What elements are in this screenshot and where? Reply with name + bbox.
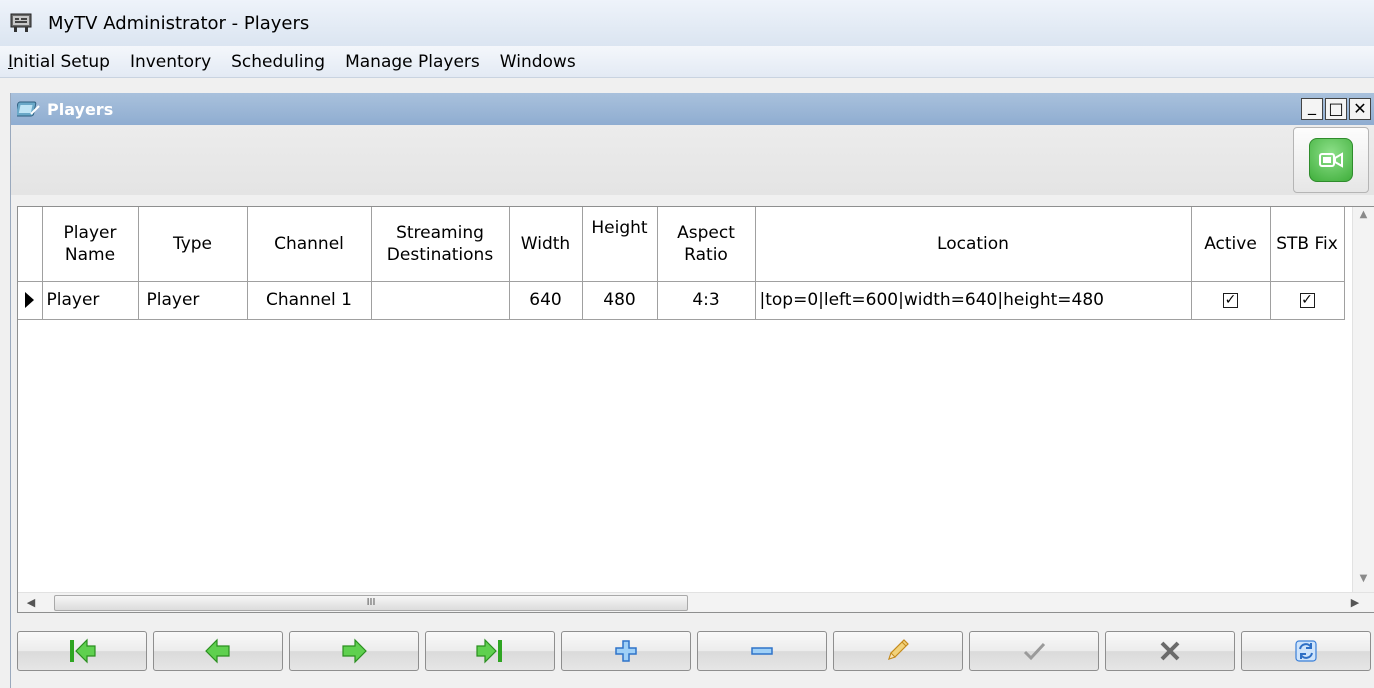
record-navigator [17,631,1374,676]
scroll-right-icon[interactable]: ▶ [1346,594,1364,612]
column-header-stb-fix[interactable]: STB Fix [1270,207,1345,282]
last-record-button[interactable] [425,631,555,671]
first-icon [70,638,96,664]
camera-icon [1309,138,1353,182]
next-icon [342,638,367,664]
cell-width[interactable]: 640 [509,281,583,320]
minimize-button[interactable]: _ [1301,98,1323,120]
column-header-height[interactable]: Height [582,207,658,282]
table-row[interactable]: Player Player Channel 1 640 480 4:3 |top… [18,281,1345,320]
scroll-down-icon[interactable]: ▼ [1353,573,1374,591]
checkmark-icon [1023,642,1046,661]
plus-icon [615,640,637,662]
next-record-button[interactable] [289,631,419,671]
cell-channel[interactable]: Channel 1 [247,281,372,320]
video-camera-glyph [1319,152,1343,168]
menu-initial-setup[interactable]: Initial Setup [0,52,122,72]
column-header-aspect-ratio[interactable]: Aspect Ratio [657,207,756,282]
scroll-up-icon[interactable]: ▲ [1353,209,1374,227]
close-icon: ✕ [1353,99,1367,118]
scroll-grip-icon: III [366,597,376,608]
minus-icon [751,647,773,655]
players-table: Player Name Type Channel Streaming Destina… [18,207,1345,320]
post-edit-button[interactable] [969,631,1099,671]
first-record-button[interactable] [17,631,147,671]
camera-button[interactable] [1293,127,1369,193]
horizontal-scroll-thumb[interactable]: III [54,595,688,611]
delete-record-button[interactable] [697,631,827,671]
vertical-scrollbar[interactable]: ▲ ▼ [1352,207,1374,593]
menu-bar: Initial Setup Inventory Scheduling Manag… [0,46,1374,78]
grid-header-row: Player Name Type Channel Streaming Destina… [18,207,1345,282]
prior-icon [205,638,230,664]
column-header-type[interactable]: Type [138,207,248,282]
column-header-streaming-destinations[interactable]: Streaming Destinations [371,207,510,282]
players-window-title: Players [47,99,114,119]
column-header-location[interactable]: Location [755,207,1192,282]
close-button[interactable]: ✕ [1349,98,1371,120]
maximize-icon: □ [1328,99,1344,118]
app-icon [10,13,32,32]
app-titlebar: MyTV Administrator - Players [0,0,1374,46]
refresh-icon [1295,640,1317,662]
cell-player-name[interactable]: Player [42,281,139,320]
window-controls: _ □ ✕ [1301,98,1371,120]
stb-fix-checkbox[interactable]: ✓ [1299,292,1315,308]
cell-type[interactable]: Player [138,281,248,320]
cell-stb-fix[interactable]: ✓ [1270,281,1345,320]
pencil-icon [888,639,909,660]
cancel-edit-button[interactable] [1105,631,1235,671]
last-icon [476,638,502,664]
cell-location[interactable]: |top=0|left=600|width=640|height=480 [755,281,1192,320]
players-grid[interactable]: Player Name Type Channel Streaming Destina… [17,206,1374,613]
row-pointer-icon [25,292,35,308]
prior-record-button[interactable] [153,631,283,671]
cell-active[interactable]: ✓ [1191,281,1271,320]
players-window-icon [17,101,40,117]
scroll-left-icon[interactable]: ◀ [22,594,40,612]
players-titlebar: Players _ □ ✕ [11,93,1374,125]
menu-inventory[interactable]: Inventory [122,52,223,72]
column-header-channel[interactable]: Channel [247,207,372,282]
players-toolstrip [11,125,1374,195]
refresh-data-button[interactable] [1241,631,1371,671]
x-icon [1160,641,1180,661]
minimize-icon: _ [1308,96,1316,115]
column-header-active[interactable]: Active [1191,207,1271,282]
cell-height[interactable]: 480 [582,281,658,320]
row-indicator-header [18,207,43,282]
active-checkbox[interactable]: ✓ [1223,292,1238,308]
players-window: Players _ □ ✕ Player Name Type Channel S… [10,93,1374,688]
window-title: MyTV Administrator - Players [48,12,310,34]
column-header-width[interactable]: Width [509,207,583,282]
column-header-player-name[interactable]: Player Name [42,207,139,282]
cell-streaming-destinations[interactable] [371,281,510,320]
insert-record-button[interactable] [561,631,691,671]
cell-aspect-ratio[interactable]: 4:3 [657,281,756,320]
edit-record-button[interactable] [833,631,963,671]
menu-windows[interactable]: Windows [492,52,588,72]
horizontal-scrollbar[interactable]: ◀ III ▶ [18,592,1374,612]
menu-scheduling[interactable]: Scheduling [223,52,337,72]
current-row-indicator [18,281,43,320]
maximize-button[interactable]: □ [1325,98,1347,120]
menu-manage-players[interactable]: Manage Players [337,52,492,72]
